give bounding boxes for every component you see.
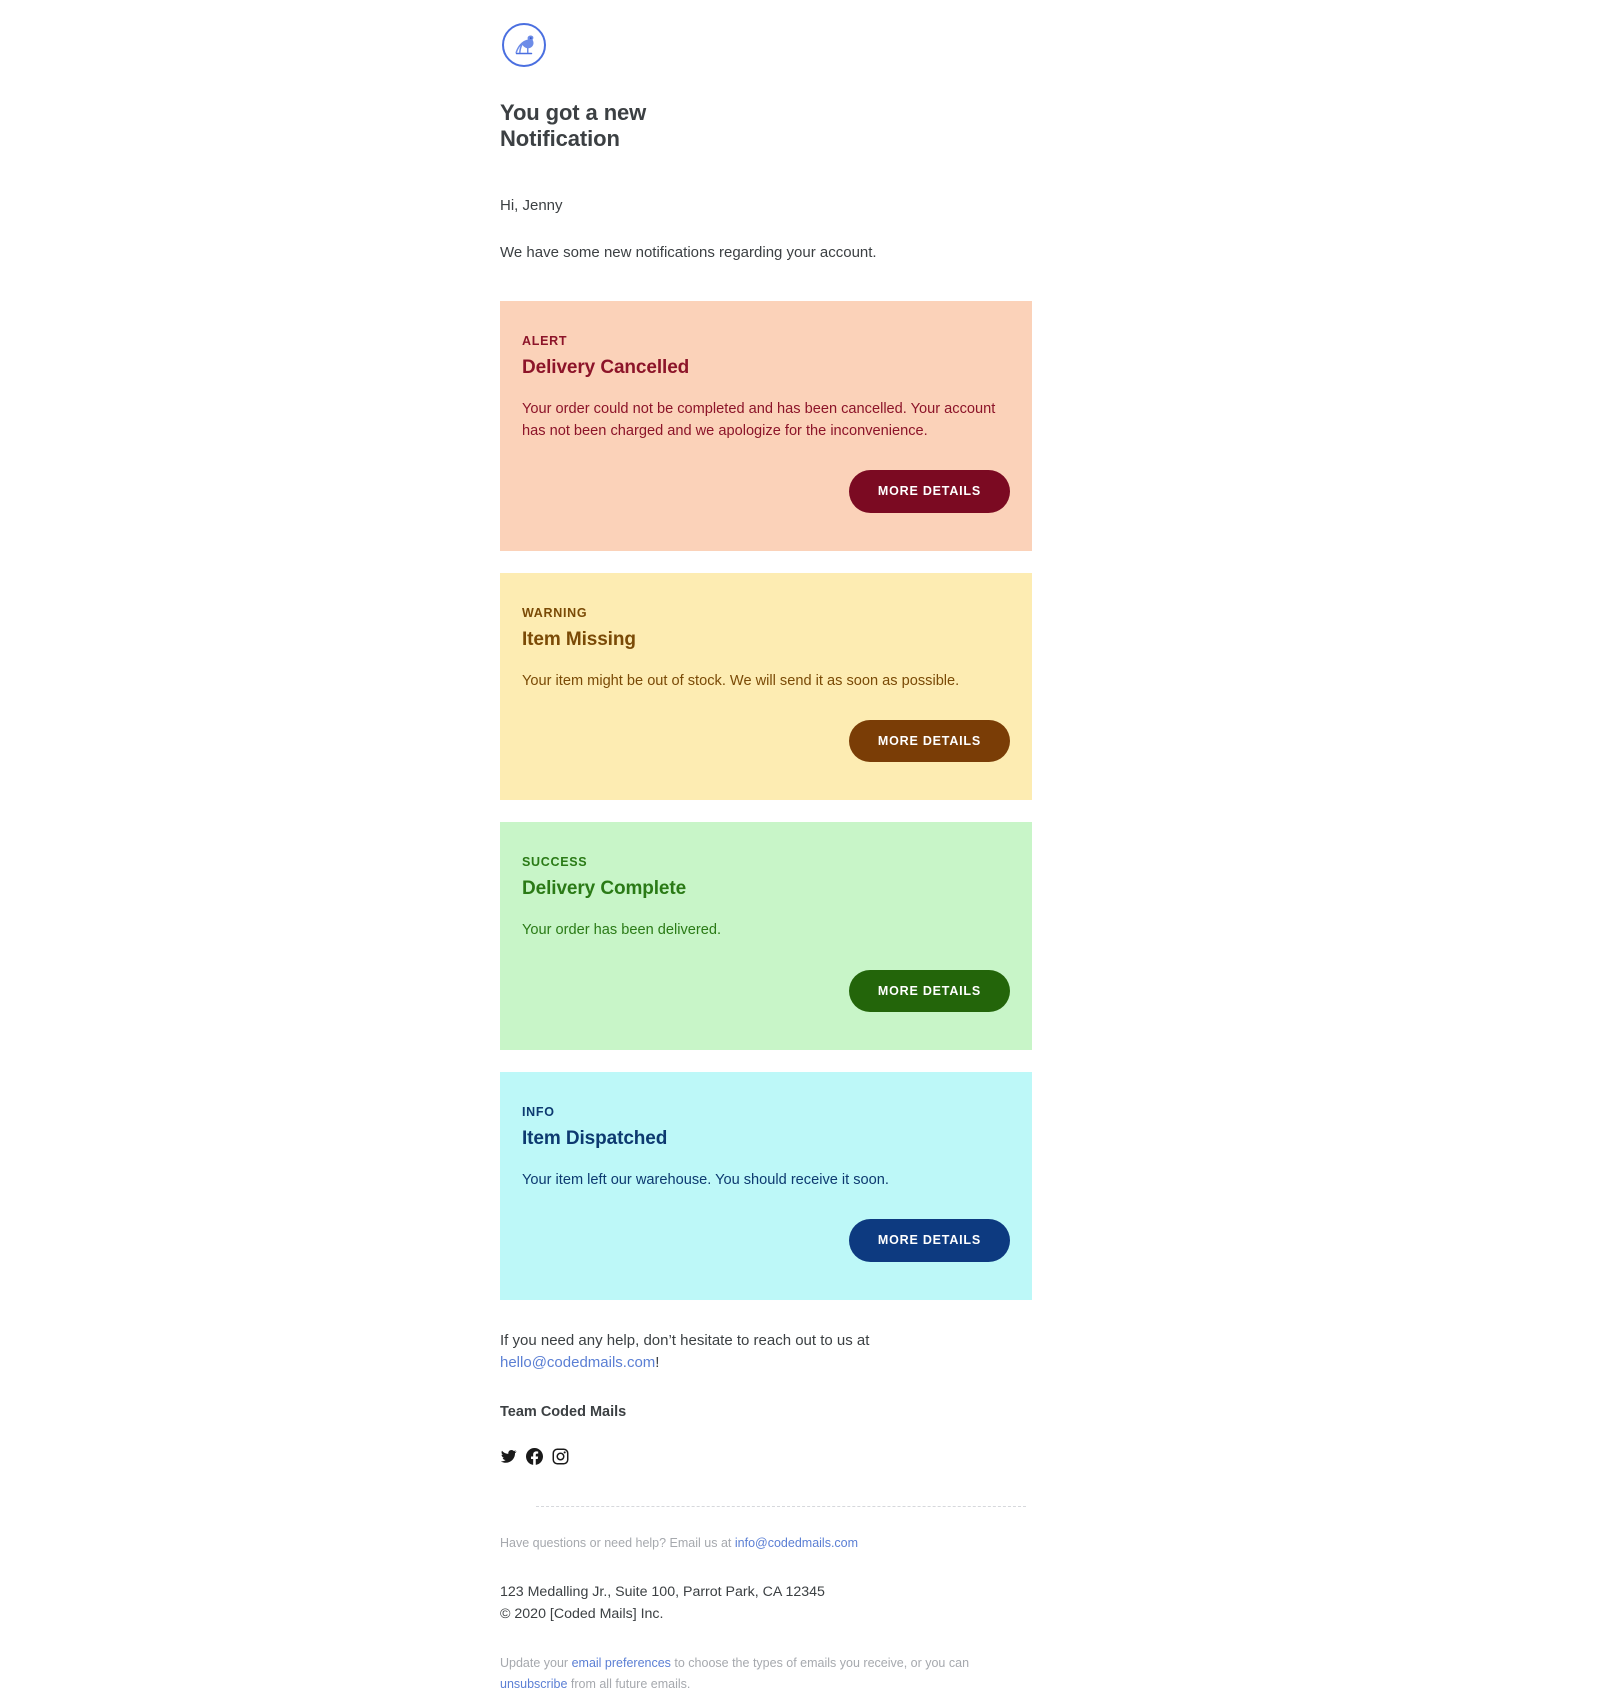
- card-action-row-success: MORE DETAILS: [522, 969, 1032, 1051]
- greeting-text: Hi, Jenny: [500, 197, 563, 215]
- info-email-link[interactable]: info@codedmails.com: [735, 1536, 858, 1550]
- prefs-mid-text: to choose the types of emails you receiv…: [670, 1655, 970, 1670]
- prefs-lead-text: Update your: [500, 1655, 572, 1670]
- intro-message: We have some new notifications regarding…: [500, 243, 877, 261]
- social-links: [500, 1447, 1062, 1465]
- card-title-alert: Delivery Cancelled: [522, 357, 690, 379]
- notification-card-list: ALERT Delivery Cancelled Your order coul…: [500, 301, 1062, 1300]
- questions-lead-text: Have questions or need help? Email us at: [500, 1535, 735, 1550]
- more-details-button-info[interactable]: MORE DETAILS: [848, 1219, 1010, 1262]
- more-details-button-warning[interactable]: MORE DETAILS: [848, 719, 1010, 763]
- page-title: You got a new Notification: [500, 100, 647, 151]
- card-eyebrow-info: INFO: [522, 1105, 555, 1120]
- email-canvas: You got a new Notification Hi, Jenny We …: [0, 0, 1600, 1696]
- instagram-icon[interactable]: [552, 1448, 569, 1465]
- help-trailing-text: !: [655, 1354, 660, 1372]
- card-text-info: Your item left our warehouse. You should…: [522, 1172, 889, 1189]
- card-title-success: Delivery Complete: [522, 878, 687, 900]
- brand-logo: [500, 22, 1062, 68]
- signature-text: Team Coded Mails: [500, 1403, 627, 1420]
- card-title-info: Item Dispatched: [522, 1128, 668, 1150]
- address-line: 123 Medalling Jr., Suite 100, Parrot Par…: [500, 1583, 825, 1600]
- prefs-tail-text: from all future emails.: [567, 1677, 691, 1692]
- card-action-row-alert: MORE DETAILS: [522, 470, 1032, 551]
- card-eyebrow-success: SUCCESS: [522, 855, 588, 870]
- card-text-alert: Your order could not be completed and ha…: [522, 401, 996, 439]
- help-lead-text: If you need any help, don’t hesitate to …: [500, 1331, 870, 1349]
- notification-card-alert: ALERT Delivery Cancelled Your order coul…: [500, 301, 1032, 551]
- card-text-warning: Your item might be out of stock. We will…: [522, 672, 960, 689]
- email-content-column: You got a new Notification Hi, Jenny We …: [500, 22, 1062, 1696]
- email-preferences-line: Update your email preferences to choose …: [500, 1653, 970, 1696]
- card-title-warning: Item Missing: [522, 628, 636, 650]
- support-email-link[interactable]: hello@codedmails.com: [500, 1354, 655, 1371]
- card-eyebrow-alert: ALERT: [522, 334, 568, 349]
- company-address: 123 Medalling Jr., Suite 100, Parrot Par…: [500, 1581, 1062, 1625]
- notification-card-success: SUCCESS Delivery Complete Your order has…: [500, 822, 1032, 1051]
- card-action-row-info: MORE DETAILS: [522, 1219, 1032, 1300]
- card-eyebrow-warning: WARNING: [522, 605, 588, 620]
- card-action-row-warning: MORE DETAILS: [522, 719, 1032, 801]
- email-preferences-link[interactable]: email preferences: [572, 1656, 671, 1670]
- twitter-icon[interactable]: [500, 1448, 517, 1465]
- bird-in-circle-logo-icon: [501, 22, 547, 68]
- card-text-success: Your order has been delivered.: [522, 922, 722, 939]
- help-paragraph: If you need any help, don’t hesitate to …: [500, 1330, 920, 1375]
- facebook-icon[interactable]: [526, 1447, 543, 1465]
- more-details-button-alert[interactable]: MORE DETAILS: [848, 470, 1010, 513]
- notification-card-info: INFO Item Dispatched Your item left our …: [500, 1072, 1032, 1300]
- notification-card-warning: WARNING Item Missing Your item might be …: [500, 572, 1032, 801]
- footer-divider: [536, 1505, 1026, 1507]
- copyright-line: © 2020 [Coded Mails] Inc.: [500, 1605, 664, 1622]
- more-details-button-success[interactable]: MORE DETAILS: [848, 969, 1010, 1013]
- questions-line: Have questions or need help? Email us at…: [500, 1534, 1062, 1553]
- unsubscribe-link[interactable]: unsubscribe: [500, 1677, 567, 1691]
